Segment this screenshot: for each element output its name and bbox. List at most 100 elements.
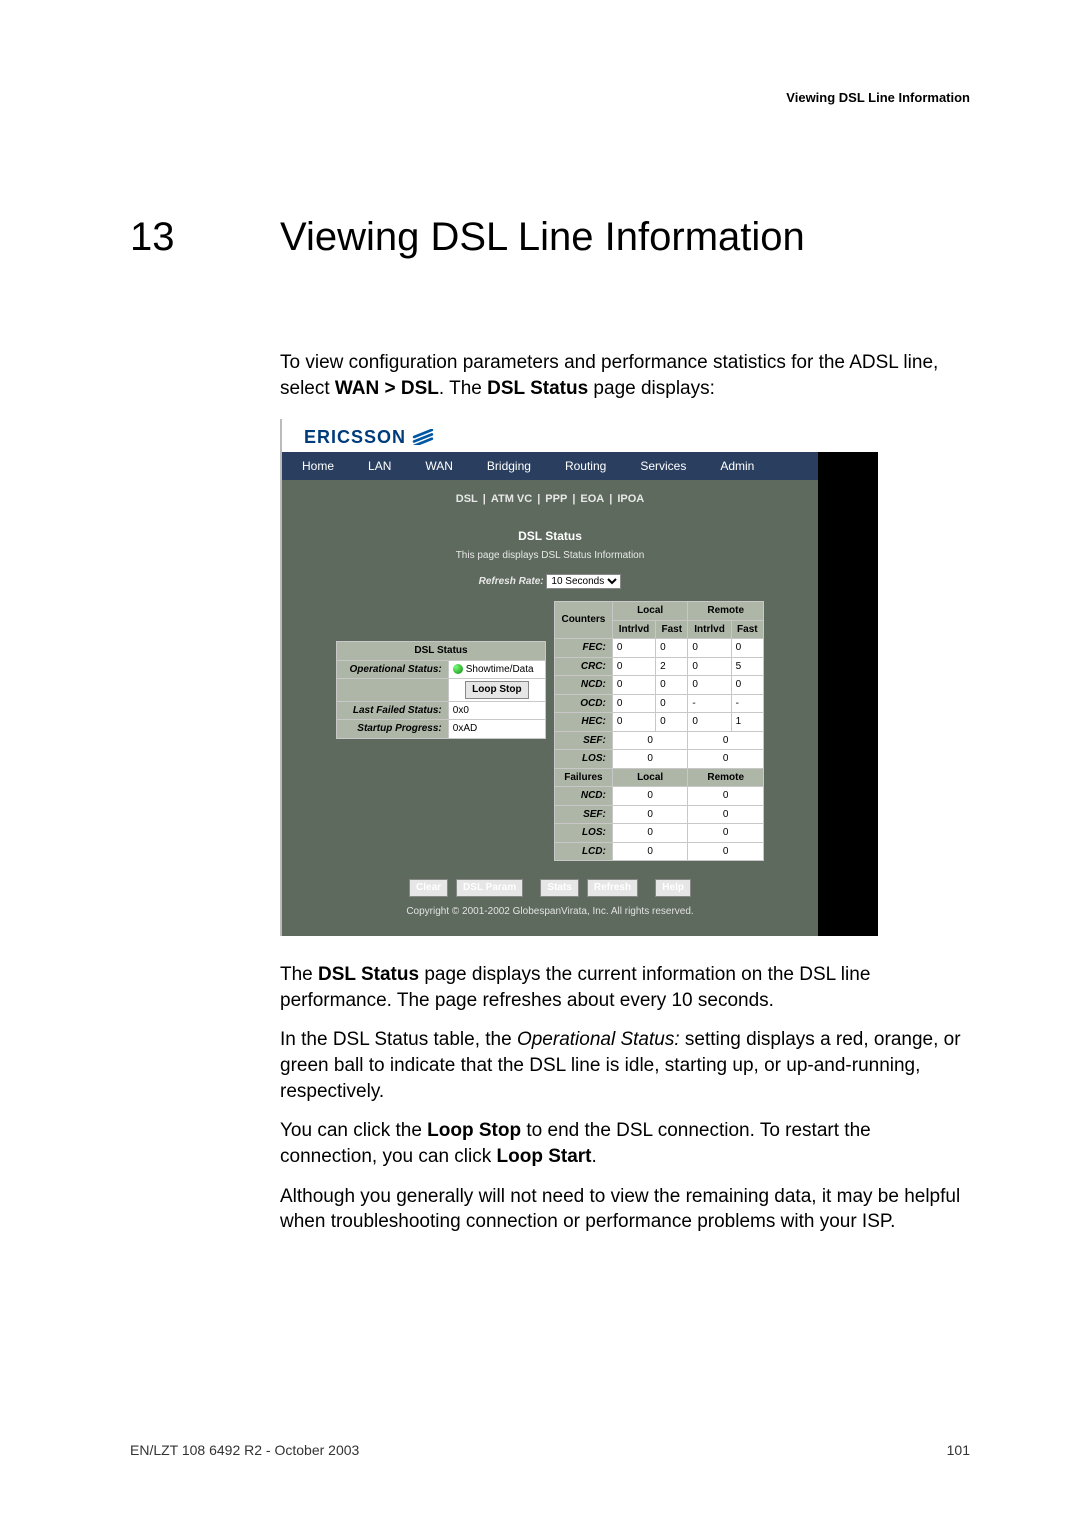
tab-services[interactable]: Services [620, 452, 700, 480]
counter-value: 0 [612, 731, 688, 750]
subcol-intrlvd: Intrlvd [688, 620, 731, 639]
region-local: Local [612, 602, 688, 621]
counter-row: CRC:0205 [555, 657, 764, 676]
brand-logo: ERICSSON [304, 425, 868, 449]
counter-label: HEC: [555, 713, 613, 732]
footer-docref: EN/LZT 108 6492 R2 - October 2003 [130, 1442, 359, 1458]
refresh-rate-row: Refresh Rate: 10 Seconds [282, 574, 818, 601]
subnav-ipoa[interactable]: IPOA [614, 493, 647, 505]
subnav-atm-vc[interactable]: ATM VC [488, 493, 535, 505]
tab-routing[interactable]: Routing [545, 452, 620, 480]
subnav-dsl[interactable]: DSL [453, 493, 481, 505]
tab-admin[interactable]: Admin [700, 452, 768, 480]
refresh-button[interactable]: Refresh [587, 879, 638, 897]
failure-value: 0 [688, 842, 764, 861]
status-blank [337, 679, 449, 702]
status-label: Last Failed Status: [337, 701, 449, 720]
counter-value: - [688, 694, 731, 713]
action-button-bar: Clear DSL Param Stats Refresh Help [282, 873, 818, 905]
paragraph-loop-stop: You can click the Loop Stop to end the D… [280, 1118, 970, 1169]
counter-row-merged: LOS:00 [555, 750, 764, 769]
page-footer: EN/LZT 108 6492 R2 - October 2003 101 [130, 1442, 970, 1458]
brand-text: ERICSSON [304, 425, 406, 449]
failure-remote: Remote [688, 768, 764, 787]
counter-value: 0 [612, 639, 655, 658]
counter-value: 0 [612, 676, 655, 695]
chapter-title: Viewing DSL Line Information [280, 215, 805, 260]
counter-value: 0 [688, 639, 731, 658]
subcol-fast: Fast [656, 620, 688, 639]
counter-value: 0 [656, 676, 688, 695]
counter-value: 0 [688, 713, 731, 732]
counter-value: 0 [688, 750, 764, 769]
status-row: Operational Status:Showtime/Data [337, 660, 546, 679]
status-label: Operational Status: [337, 660, 449, 679]
failure-value: 0 [688, 787, 764, 806]
subnav-eoa[interactable]: EOA [577, 493, 607, 505]
dsl-status-screenshot: ERICSSON HomeLANWANBridgingRoutingServic… [280, 419, 878, 936]
subnav-ppp[interactable]: PPP [542, 493, 570, 505]
counter-label: LOS: [555, 750, 613, 769]
paragraph-troubleshooting: Although you generally will not need to … [280, 1184, 970, 1235]
counter-value: 0 [612, 713, 655, 732]
failure-value: 0 [688, 824, 764, 843]
failure-value: 0 [612, 824, 688, 843]
tab-home[interactable]: Home [282, 452, 348, 480]
counter-value: 0 [731, 676, 763, 695]
counter-value: 0 [688, 657, 731, 676]
screenshot-black-margin [818, 452, 878, 937]
failures-title: Failures [555, 768, 613, 787]
counter-row: OCD:00-- [555, 694, 764, 713]
dsl-param-button[interactable]: DSL Param [456, 879, 523, 897]
status-value: Showtime/Data [448, 660, 545, 679]
tab-bridging[interactable]: Bridging [467, 452, 545, 480]
dsl-status-table-title: DSL Status [337, 642, 546, 661]
clear-button[interactable]: Clear [409, 879, 448, 897]
counter-label: NCD: [555, 676, 613, 695]
stats-button[interactable]: Stats [540, 879, 578, 897]
counter-row: NCD:0000 [555, 676, 764, 695]
failure-row: SEF:00 [555, 805, 764, 824]
counter-value: 0 [612, 657, 655, 676]
screenshot-copyright: Copyright © 2001-2002 GlobespanVirata, I… [282, 905, 818, 937]
counter-value: 1 [731, 713, 763, 732]
status-extra-cell: Loop Stop [448, 679, 545, 702]
counter-row-merged: SEF:00 [555, 731, 764, 750]
status-label: Startup Progress: [337, 720, 449, 739]
refresh-rate-select[interactable]: 10 Seconds [546, 574, 621, 589]
counter-label: CRC: [555, 657, 613, 676]
status-value: 0x0 [448, 701, 545, 720]
failure-label: NCD: [555, 787, 613, 806]
chapter-heading: 13 Viewing DSL Line Information [130, 215, 970, 260]
intro-paragraph: To view configuration parameters and per… [280, 350, 970, 401]
counter-row: FEC:0000 [555, 639, 764, 658]
failure-value: 0 [612, 842, 688, 861]
failure-value: 0 [688, 805, 764, 824]
chapter-number: 13 [130, 215, 280, 260]
counters-title: Counters [555, 602, 613, 639]
failure-label: LOS: [555, 824, 613, 843]
dsl-status-table: DSL Status Operational Status:Showtime/D… [336, 641, 546, 739]
counter-row: HEC:0001 [555, 713, 764, 732]
button-gap [642, 881, 651, 893]
counter-value: 0 [656, 639, 688, 658]
help-button[interactable]: Help [655, 879, 691, 897]
status-row: Startup Progress:0xAD [337, 720, 546, 739]
counter-label: OCD: [555, 694, 613, 713]
counter-value: 0 [731, 639, 763, 658]
subcol-intrlvd: Intrlvd [612, 620, 655, 639]
subcol-fast: Fast [731, 620, 763, 639]
failure-row: LCD:00 [555, 842, 764, 861]
panel-title: DSL Status [282, 512, 818, 548]
loop-stop-button[interactable]: Loop Stop [465, 681, 528, 699]
region-remote: Remote [688, 602, 764, 621]
paragraph-operational-status: In the DSL Status table, the Operational… [280, 1027, 970, 1104]
failure-label: SEF: [555, 805, 613, 824]
failure-local: Local [612, 768, 688, 787]
status-led-icon [453, 664, 463, 674]
ericsson-stripes-icon [412, 429, 434, 445]
counter-label: SEF: [555, 731, 613, 750]
failure-row: LOS:00 [555, 824, 764, 843]
status-value: 0xAD [448, 720, 545, 739]
subnav-sep: | [481, 493, 488, 505]
